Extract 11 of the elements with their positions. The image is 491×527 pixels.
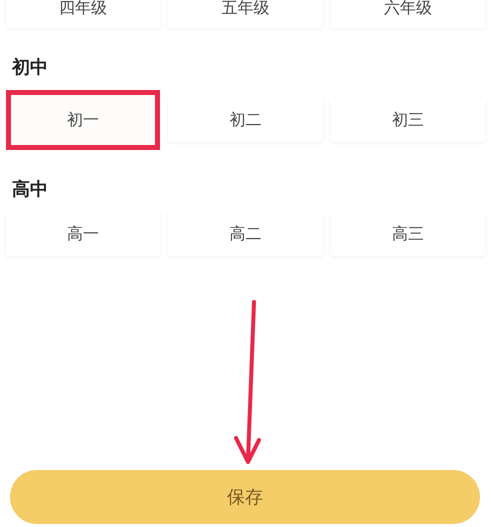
grade-option[interactable]: 五年级 bbox=[168, 0, 323, 28]
grade-option[interactable]: 高一 bbox=[6, 212, 160, 256]
grade-option[interactable]: 高三 bbox=[330, 212, 485, 256]
save-button[interactable]: 保存 bbox=[10, 470, 480, 524]
section-title: 初中 bbox=[10, 56, 49, 80]
grade-option[interactable]: 四年级 bbox=[6, 0, 160, 28]
grade-option[interactable]: 初二 bbox=[168, 98, 323, 142]
grade-option[interactable]: 高二 bbox=[168, 212, 323, 256]
grade-option[interactable]: 初三 bbox=[330, 98, 485, 142]
grade-option[interactable]: 初一 bbox=[6, 90, 160, 150]
section-title: 高中 bbox=[11, 178, 49, 202]
